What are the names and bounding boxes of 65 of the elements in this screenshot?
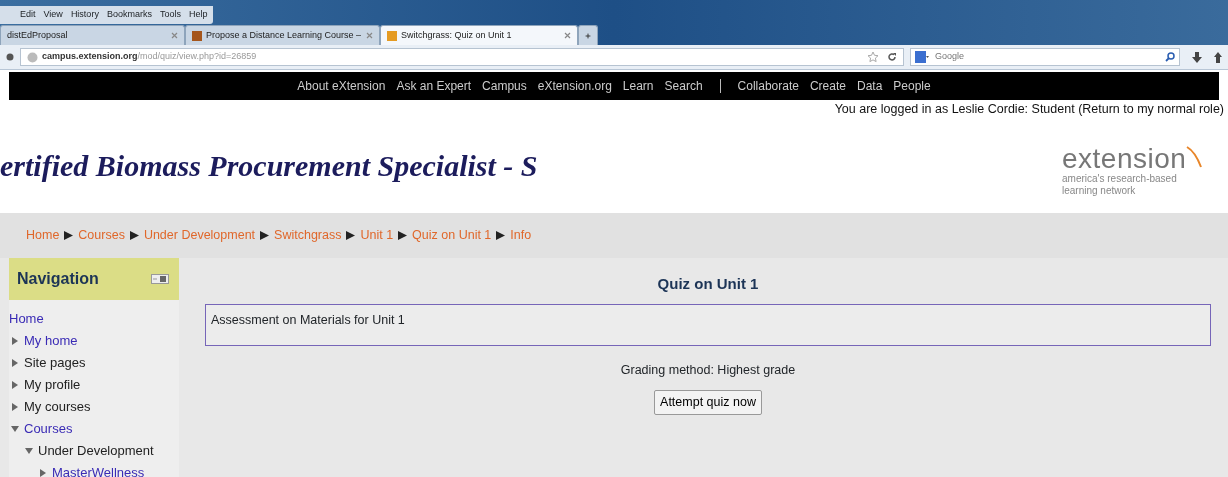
logo-swoosh-icon	[1186, 144, 1203, 169]
separator-icon	[64, 231, 74, 240]
nav-item[interactable]: My home	[24, 330, 78, 352]
search-icon[interactable]	[1165, 52, 1175, 62]
separator-icon	[496, 231, 506, 240]
nav-item[interactable]: Home	[9, 308, 44, 330]
expand-arrow-icon[interactable]	[25, 447, 33, 455]
nav-link[interactable]: About eXtension	[297, 77, 386, 95]
return-link[interactable]: (Return to my normal role)	[1078, 102, 1224, 116]
nav-link[interactable]: Create	[809, 77, 846, 95]
nav-link[interactable]: Search	[664, 77, 703, 95]
logo-text: extension	[1062, 144, 1187, 173]
expand-arrow-icon[interactable]	[11, 359, 19, 367]
separator-icon	[129, 231, 139, 240]
search-bar[interactable]: Google	[910, 48, 1180, 66]
expand-arrow-icon[interactable]	[11, 381, 19, 389]
home-icon[interactable]	[1214, 51, 1222, 63]
logo-tagline: america's research-based	[1062, 172, 1178, 185]
nav-item[interactable]: Site pages	[24, 352, 86, 374]
menu-item[interactable]: Edit	[20, 8, 36, 22]
grading-text: Grading method: Highest grade	[619, 361, 797, 379]
nav-link[interactable]: Learn	[622, 77, 654, 95]
nav-link[interactable]: People	[893, 77, 931, 95]
separator-icon	[346, 231, 356, 240]
nav-link[interactable]: Data	[856, 77, 883, 95]
attempt-button[interactable]: Attempt quiz now	[654, 390, 762, 415]
expand-arrow-icon[interactable]	[11, 425, 19, 433]
url-text: campus.extension.org/mod/quiz/view.php?id=26859	[42, 50, 257, 64]
nav-link[interactable]: Ask an Expert	[396, 77, 472, 95]
page-icon	[192, 30, 202, 41]
nav-link[interactable]: Campus	[482, 77, 527, 95]
nav-item[interactable]: My profile	[24, 374, 81, 396]
nav-item[interactable]: Under Development	[38, 440, 154, 462]
nav-item[interactable]: Courses	[24, 418, 73, 440]
intro-text: Assessment on Materials for Unit 1	[211, 312, 405, 327]
menu-item[interactable]: View	[43, 8, 63, 22]
separator-icon	[260, 231, 270, 240]
download-icon[interactable]	[1192, 51, 1202, 63]
page-icon	[387, 30, 397, 41]
menu-item[interactable]: History	[70, 8, 99, 22]
nav-item[interactable]: My courses	[24, 396, 91, 418]
browser-tab[interactable]: Propose a Distance Learning Course –	[185, 25, 380, 45]
menu-item[interactable]: Bookmarks	[106, 8, 152, 22]
nav-link[interactable]: Collaborate	[737, 77, 799, 95]
nav-link[interactable]: eXtension.org	[537, 77, 612, 95]
address-bar[interactable]: campus.extension.org/mod/quiz/view.php?id=26859	[20, 48, 904, 66]
site-title: ertified Biomass Procurement Specialist - S	[0, 148, 538, 184]
login-text: You are logged in as Leslie Cordie: Student	[834, 102, 1076, 116]
dock-icon[interactable]	[151, 274, 169, 284]
browser-tab[interactable]: Switchgrass: Quiz on Unit 1	[380, 25, 578, 45]
nav-item[interactable]: MasterWellness	[52, 462, 145, 477]
reload-icon[interactable]	[887, 52, 897, 62]
menu-item[interactable]: Help	[188, 8, 208, 22]
star-icon[interactable]	[867, 51, 879, 63]
menu-item[interactable]: Tools	[159, 8, 181, 22]
browser-tab[interactable]: distEdProposal	[0, 25, 185, 45]
expand-arrow-icon[interactable]	[39, 469, 47, 477]
block-title: Navigation	[17, 269, 99, 289]
quiz-heading: Quiz on Unit 1	[656, 274, 760, 294]
expand-arrow-icon[interactable]	[11, 403, 19, 411]
close-icon[interactable]	[564, 32, 571, 39]
search-engine-icon[interactable]	[915, 51, 929, 63]
separator-icon	[398, 231, 408, 240]
logo-tagline: learning network	[1062, 184, 1137, 197]
expand-arrow-icon[interactable]	[11, 337, 19, 345]
